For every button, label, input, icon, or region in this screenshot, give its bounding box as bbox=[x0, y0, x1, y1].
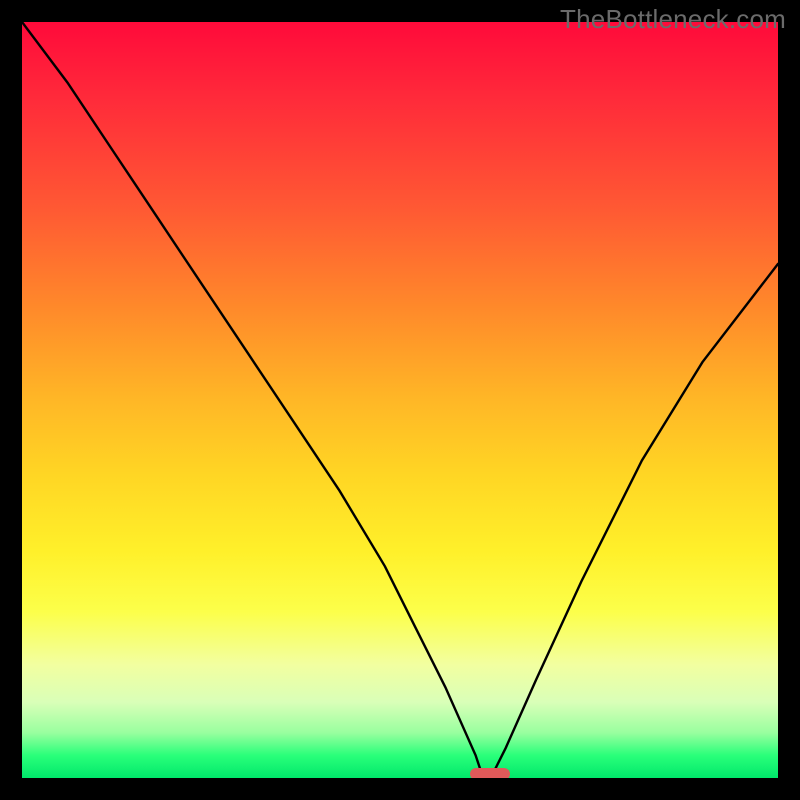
optimal-range-marker bbox=[470, 768, 510, 778]
bottleneck-curve bbox=[22, 22, 778, 778]
watermark-text: TheBottleneck.com bbox=[560, 4, 786, 35]
chart-frame: TheBottleneck.com bbox=[0, 0, 800, 800]
plot-area bbox=[22, 22, 778, 778]
curve-path bbox=[22, 22, 778, 778]
